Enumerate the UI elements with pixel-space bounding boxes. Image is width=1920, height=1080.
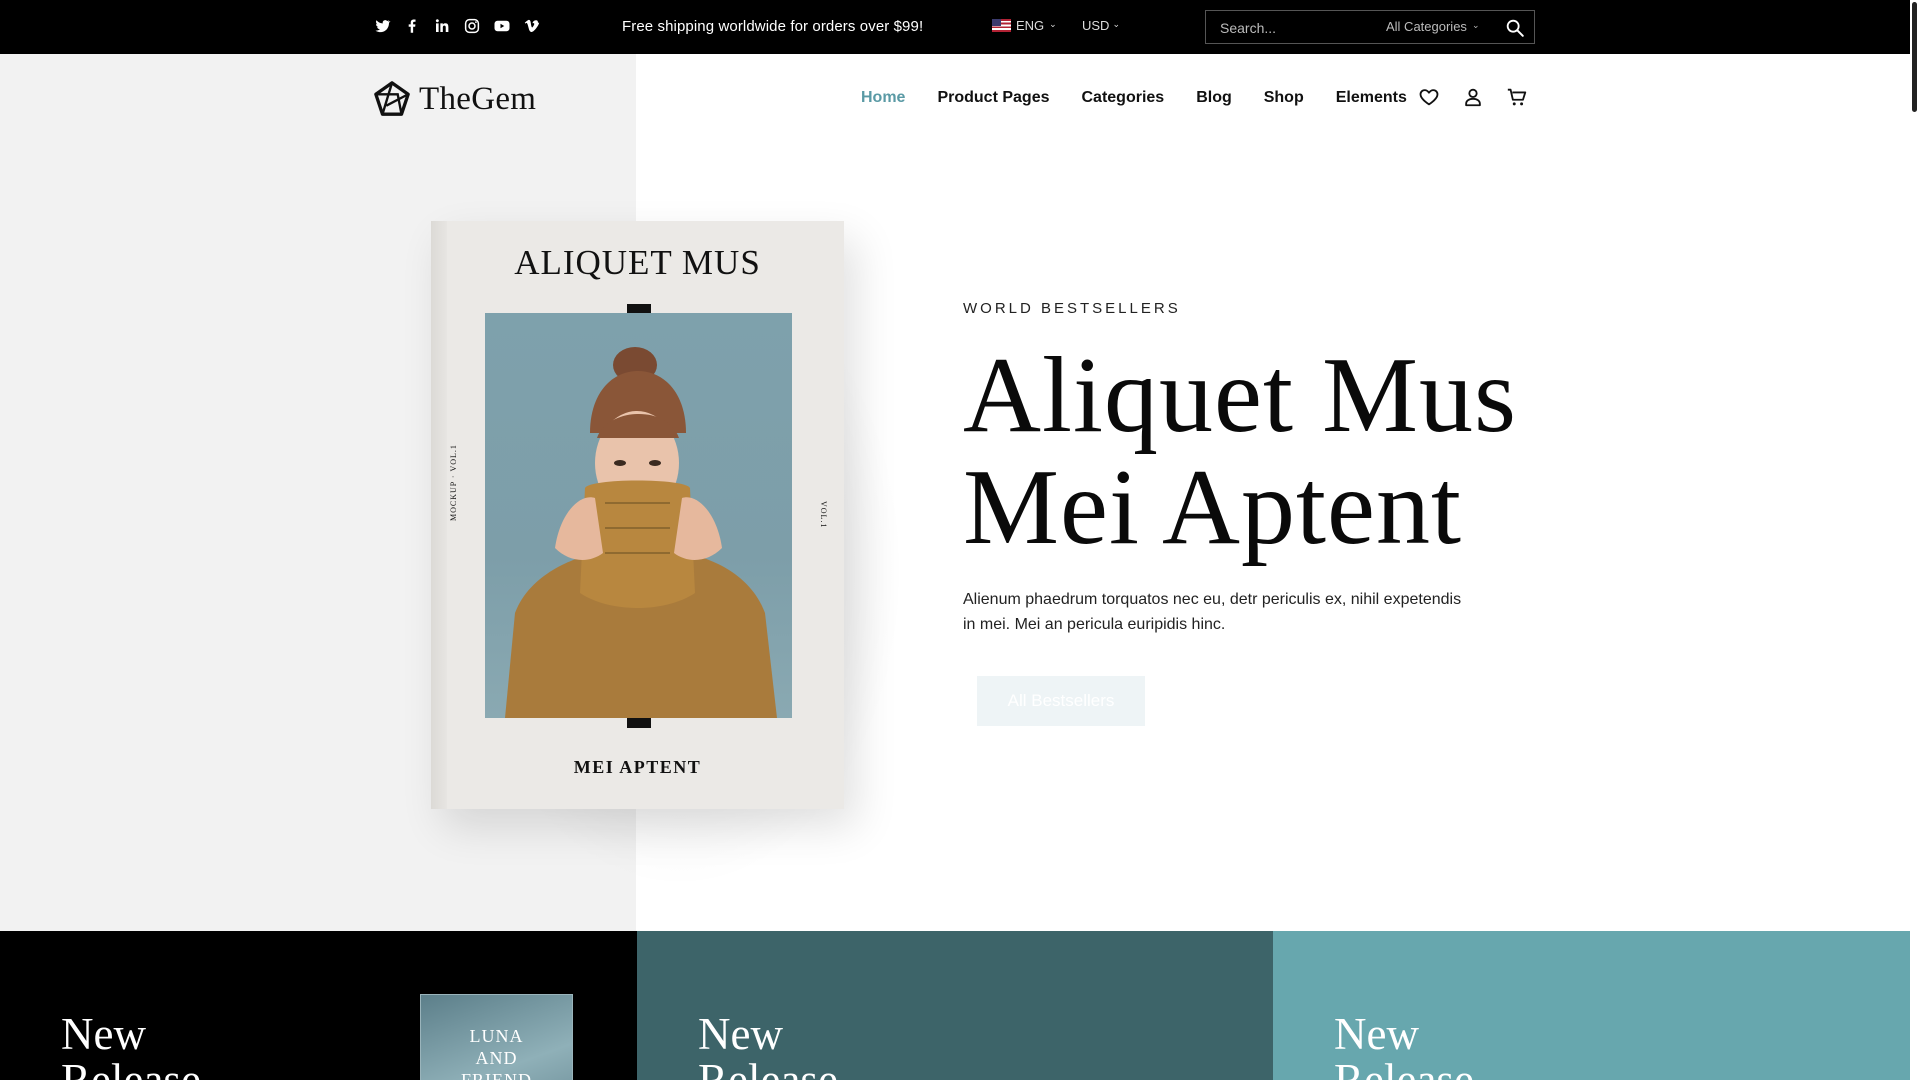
tile-title-line: Release <box>1334 1055 1474 1080</box>
search-box: All Categories ⌄ <box>1205 10 1535 44</box>
search-icon[interactable] <box>1504 17 1526 39</box>
flag-icon <box>992 19 1011 32</box>
tile-title-line: Release <box>61 1055 201 1080</box>
book-cover: ALIQUET MUS MOCKUP · VOL.1 VOL.1 MEI APT… <box>431 221 844 809</box>
search-input[interactable] <box>1220 19 1370 37</box>
book-cover-photo <box>485 313 792 718</box>
linkedin-icon[interactable] <box>433 17 451 35</box>
heart-icon[interactable] <box>1418 86 1440 108</box>
tile-book-title-line: AND <box>475 1048 518 1068</box>
youtube-icon[interactable] <box>493 17 511 35</box>
tile-title-line: New <box>698 1009 783 1059</box>
language-label: ENG <box>1016 18 1045 33</box>
new-release-tile[interactable]: New Release LUNA AND FRIEND <box>0 931 637 1080</box>
hero-title-line: Mei Aptent <box>963 448 1462 567</box>
social-links <box>373 17 541 35</box>
book-title: ALIQUET MUS <box>514 243 761 282</box>
hero-description: Alienum phaedrum torquatos nec eu, detr … <box>963 587 1463 637</box>
chevron-down-icon: ⌄ <box>1471 20 1480 30</box>
tile-book-cover: LUNA AND FRIEND <box>420 994 573 1080</box>
book-side-text: MOCKUP · VOL.1 <box>449 444 458 521</box>
twitter-icon[interactable] <box>373 17 391 35</box>
tile-title: New Release <box>61 1011 201 1080</box>
book-side-text: VOL.1 <box>819 501 828 529</box>
tile-title: New Release <box>1334 1011 1474 1080</box>
logo-text: TheGem <box>419 80 537 117</box>
top-bar: Free shipping worldwide for orders over … <box>0 0 1910 54</box>
tile-book-title: LUNA AND FRIEND <box>421 1025 572 1080</box>
logo[interactable]: TheGem <box>373 80 536 118</box>
category-dropdown[interactable]: All Categories ⌄ <box>1386 19 1479 34</box>
woman-in-turtleneck-illustration <box>505 347 777 718</box>
tile-title: New Release <box>698 1011 838 1080</box>
tile-title-line: New <box>61 1009 146 1059</box>
hero-title: Aliquet Mus Mei Aptent <box>963 340 1517 564</box>
logo-icon <box>374 81 410 116</box>
nav-item-elements[interactable]: Elements <box>1336 89 1407 107</box>
hero-description-line: Alienum phaedrum torquatos nec eu, detr … <box>963 591 1462 608</box>
vimeo-icon[interactable] <box>523 17 541 35</box>
facebook-icon[interactable] <box>403 17 421 35</box>
nav-item-product-pages[interactable]: Product Pages <box>937 89 1049 107</box>
page: Free shipping worldwide for orders over … <box>0 0 1920 1080</box>
currency-label: USD <box>1082 18 1110 33</box>
user-icon[interactable] <box>1462 86 1484 108</box>
shipping-notice: Free shipping worldwide for orders over … <box>622 18 924 35</box>
tile-book-title-line: FRIEND <box>460 1070 532 1080</box>
tile-book-title-line: LUNA <box>469 1026 524 1046</box>
category-label: All Categories <box>1386 19 1467 34</box>
all-bestsellers-button[interactable]: All Bestsellers <box>977 676 1145 726</box>
hero-eyebrow: WORLD BESTSELLERS <box>963 300 1181 317</box>
new-release-tile[interactable]: New Release <box>637 931 1273 1080</box>
scrollbar-thumb[interactable] <box>1912 2 1917 112</box>
chevron-down-icon: ⌄ <box>1049 19 1057 29</box>
hero-title-line: Aliquet Mus <box>963 336 1518 455</box>
language-selector[interactable]: ENG ⌄ <box>992 18 1057 33</box>
book-spine <box>431 221 447 809</box>
hero-description-line: in mei. Mei an pericula euripidis hinc. <box>963 616 1226 633</box>
tile-title-line: New <box>1334 1009 1419 1059</box>
scrollbar[interactable] <box>1910 0 1920 1080</box>
nav-item-categories[interactable]: Categories <box>1081 89 1164 107</box>
nav-item-blog[interactable]: Blog <box>1196 89 1232 107</box>
cart-icon[interactable] <box>1506 86 1528 108</box>
chevron-down-icon: ⌄ <box>1112 19 1120 29</box>
instagram-icon[interactable] <box>463 17 481 35</box>
header-icons <box>1418 86 1528 108</box>
book-tab <box>627 718 651 728</box>
book-subtitle: MEI APTENT <box>573 757 702 777</box>
currency-selector[interactable]: USD ⌄ <box>1082 18 1120 33</box>
new-release-tile[interactable]: New Release <box>1273 931 1910 1080</box>
nav-item-shop[interactable]: Shop <box>1264 89 1304 107</box>
nav-item-home[interactable]: Home <box>861 89 905 107</box>
tile-title-line: Release <box>698 1055 838 1080</box>
main-nav: Home Product Pages Categories Blog Shop … <box>861 89 1439 107</box>
